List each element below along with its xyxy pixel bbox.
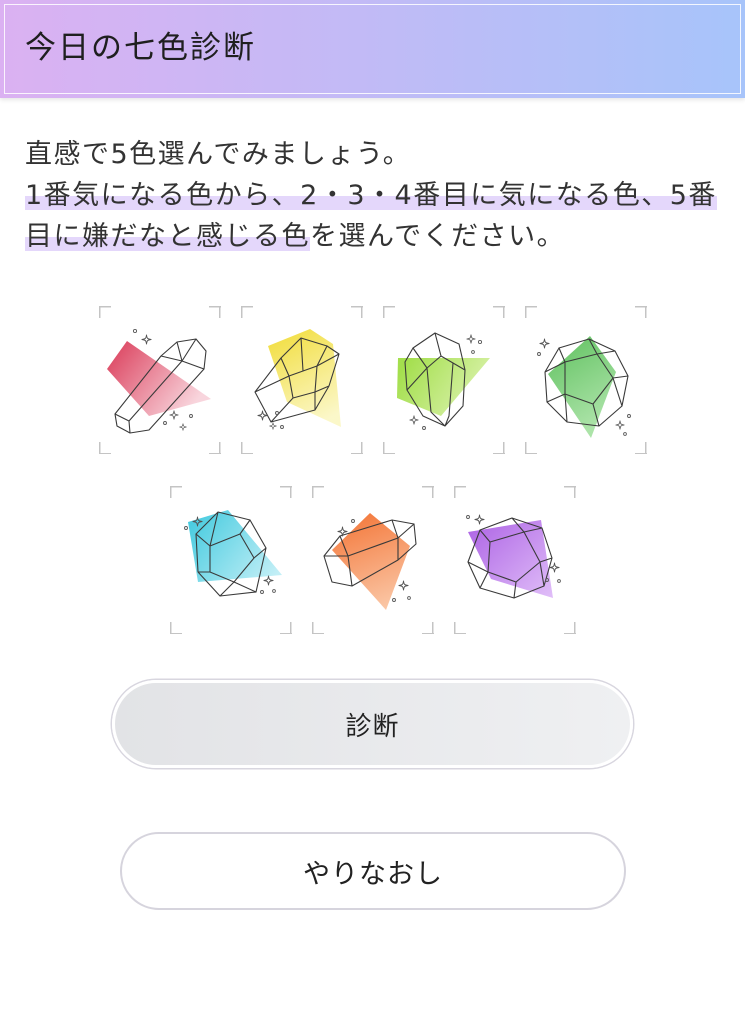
lime-gem-icon xyxy=(396,332,490,430)
dot-decoration xyxy=(350,519,355,523)
gem-option-green[interactable] xyxy=(524,306,647,454)
gem-option-lime[interactable] xyxy=(382,306,505,454)
dot-decoration xyxy=(626,414,631,418)
page: 今日の七色診断 直感で5色選んでみましょう。 1番気になる色から、2・3・4番目… xyxy=(0,0,745,1024)
gem-option-cyan[interactable] xyxy=(169,486,292,634)
reset-button[interactable]: やりなおし xyxy=(120,832,626,910)
dot-decoration xyxy=(259,590,264,594)
dot-decoration xyxy=(536,352,541,356)
green-gem-icon xyxy=(536,336,631,438)
gem-option-orange[interactable] xyxy=(311,486,434,634)
dot-decoration xyxy=(132,328,137,334)
sparkle-icon xyxy=(465,334,476,344)
gem-row-1 xyxy=(0,306,745,454)
sparkle-icon xyxy=(408,415,419,425)
dot-decoration xyxy=(188,414,193,418)
page-title: 今日の七色診断 xyxy=(25,30,256,66)
sparkle-icon xyxy=(614,420,625,430)
dot-decoration xyxy=(274,411,279,415)
sparkle-icon xyxy=(168,410,179,420)
header-bar: 今日の七色診断 xyxy=(0,0,745,98)
diagnose-button[interactable]: 診断 xyxy=(112,680,633,768)
sparkle-icon xyxy=(548,562,560,573)
sparkle-icon xyxy=(178,423,187,431)
dot-decoration xyxy=(421,426,426,430)
instruction-rest: を選んでください。 xyxy=(310,221,566,252)
dot-decoration xyxy=(622,432,627,436)
dot-decoration xyxy=(406,596,411,600)
instruction-lead: 直感で5色選んでみましょう。 xyxy=(25,139,412,170)
yellow-gem-icon xyxy=(253,329,341,430)
dot-decoration xyxy=(477,339,482,345)
gem-option-yellow[interactable] xyxy=(240,306,363,454)
reset-button-label: やりなおし xyxy=(303,858,443,890)
dot-decoration xyxy=(391,598,396,602)
sparkle-icon xyxy=(268,422,277,430)
diagnose-button-label: 診断 xyxy=(345,711,400,742)
instructions: 直感で5色選んでみましょう。 1番気になる色から、2・3・4番目に気になる色、5… xyxy=(25,134,719,257)
sparkle-icon xyxy=(140,334,152,345)
purple-gem-icon xyxy=(465,514,561,599)
dot-decoration xyxy=(556,579,561,583)
red-gem-icon xyxy=(106,328,211,434)
sparkle-icon xyxy=(397,580,409,591)
gem-option-purple[interactable] xyxy=(453,486,576,634)
sparkle-icon xyxy=(538,338,550,349)
dot-decoration xyxy=(465,515,470,519)
dot-decoration xyxy=(162,421,167,425)
color-shape xyxy=(396,358,490,416)
dot-decoration xyxy=(470,350,475,354)
orange-gem-icon xyxy=(322,513,417,610)
dot-decoration xyxy=(279,425,284,429)
gem-option-red[interactable] xyxy=(98,306,221,454)
cyan-gem-icon xyxy=(183,510,282,597)
dot-decoration xyxy=(183,526,188,530)
sparkle-icon xyxy=(262,575,274,586)
color-shape xyxy=(331,513,410,610)
dot-decoration xyxy=(271,589,276,593)
gem-row-2 xyxy=(0,486,745,634)
color-shape xyxy=(187,510,282,582)
sparkle-icon xyxy=(473,514,485,525)
